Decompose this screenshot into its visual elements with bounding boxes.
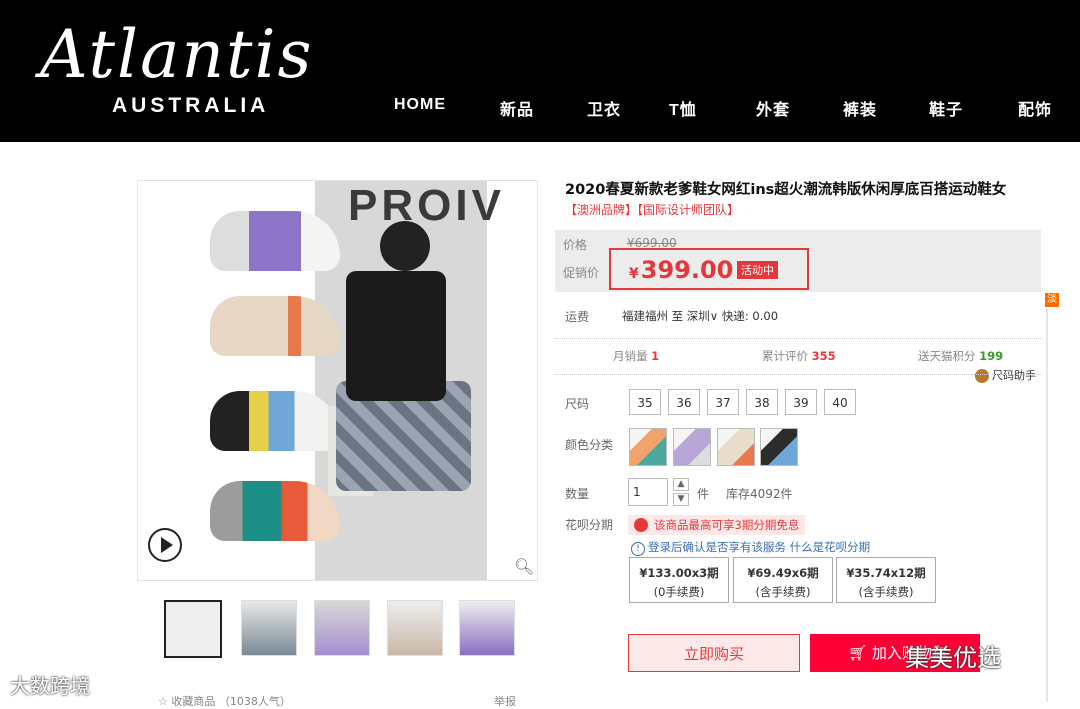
quantity-label: 数量 [565,487,590,501]
report-link[interactable]: 举报 [494,693,516,709]
shoe-image-black [210,391,340,451]
size-option-38[interactable]: 38 [746,389,778,415]
promo-price-value: 399.00 [640,256,734,284]
monthly-sales-label: 月销量 [613,349,648,363]
plan-fee: (含手续费) [755,585,811,599]
nav-hoodies[interactable]: 卫衣 [587,96,621,120]
installment-plan-6[interactable]: ¥69.49x6期 (含手续费) [733,557,833,603]
model-head [380,221,430,271]
thumbnail-5[interactable] [459,600,515,656]
color-label: 颜色分类 [565,438,614,452]
stock-count: 库存4092件 [726,487,793,501]
promo-price: ¥399.00 [629,256,733,284]
quantity-unit: 件 [697,487,710,501]
what-is-huabei-link[interactable]: 什么是花呗分期 [790,540,871,554]
nav-pants[interactable]: 裤装 [843,96,877,120]
scrollbar[interactable] [1046,308,1048,702]
installment-label: 花呗分期 [565,518,614,532]
cart-icon: 🛒︎ [848,644,868,662]
size-helper-label: 尺码助手 [992,369,1036,382]
model-body [346,271,446,401]
color-option-3[interactable] [717,428,755,466]
image-backdrop-text: PROIV [348,181,505,230]
price-label: 价格 [563,238,588,252]
shipping-info[interactable]: 福建福州 至 深圳∨ 快递: 0.00 [622,308,778,324]
color-option-2[interactable] [673,428,711,466]
size-option-39[interactable]: 39 [785,389,817,415]
promo-price-label: 促销价 [563,266,600,280]
size-helper-link[interactable]: 尺码助手 [975,367,1036,383]
product-main-image[interactable]: PROIV 🔍︎ [137,180,538,581]
promo-price-highlight: ¥399.00 活动中 [609,248,809,290]
plan-price: ¥133.00x3期 [639,566,719,580]
quantity-increase-icon[interactable]: ▲ [673,478,689,491]
plan-fee: (0手续费) [653,585,705,599]
thumbnail-4[interactable] [387,600,443,656]
login-note-text: 登录后确认是否享有该服务 [648,540,786,554]
nav-outerwear[interactable]: 外套 [756,96,790,120]
quantity-input[interactable]: 1 [628,478,668,506]
info-icon: ! [631,542,645,556]
buy-now-button[interactable]: 立即购买 [628,634,800,672]
color-option-4[interactable] [760,428,798,466]
promo-status-badge: 活动中 [737,261,778,279]
tmall-points-value: 199 [979,349,1004,363]
zoom-icon[interactable]: 🔍︎ [514,557,534,576]
main-nav: HOME 新品 卫衣 T恤 外套 裤装 鞋子 配饰 [0,96,1080,120]
product-tagline: 【澳洲品牌】【国际设计师团队】 [565,203,740,217]
side-float-tag[interactable]: 淡 [1045,293,1059,307]
nav-accessories[interactable]: 配饰 [1018,96,1052,120]
monthly-sales: 月销量 1 [613,348,659,364]
favorite-product-link[interactable]: ☆ 收藏商品 （1038人气） [158,693,291,709]
watermark-left: 大数跨境 [10,674,90,698]
shoe-image-beige [210,296,340,356]
installment-plan-3[interactable]: ¥133.00x3期 (0手续费) [629,557,729,603]
nav-shoes[interactable]: 鞋子 [929,96,963,120]
total-reviews[interactable]: 累计评价 355 [762,348,836,364]
size-option-36[interactable]: 36 [668,389,700,415]
shipping-label: 运费 [565,310,590,324]
shoe-image-teal [210,481,340,541]
nav-tshirts[interactable]: T恤 [669,96,697,120]
installment-login-note: ! 登录后确认是否享有该服务 什么是花呗分期 [631,539,870,556]
total-reviews-value: 355 [811,349,836,363]
plan-price: ¥35.74x12期 [846,566,926,580]
size-option-40[interactable]: 40 [824,389,856,415]
brand-logo-script[interactable]: Atlantis [40,22,314,88]
divider [555,338,1041,339]
installment-promo-note: 该商品最高可享3期分期免息 [628,515,806,535]
total-reviews-label: 累计评价 [762,349,808,363]
site-header: Atlantis AUSTRALIA HOME 新品 卫衣 T恤 外套 裤装 鞋… [0,0,1080,142]
quantity-decrease-icon[interactable]: ▼ [673,493,689,506]
divider [555,374,1041,375]
size-option-37[interactable]: 37 [707,389,739,415]
nav-home[interactable]: HOME [394,96,446,114]
ruler-icon [975,369,989,383]
color-option-1[interactable] [629,428,667,466]
monthly-sales-value: 1 [651,349,660,363]
plan-fee: (含手续费) [858,585,914,599]
price-panel: 价格 ¥699.00 促销价 ¥399.00 活动中 [555,230,1041,292]
thumbnail-2[interactable] [241,600,297,656]
watermark-right: 集美优选 [905,644,1001,672]
video-play-icon[interactable] [148,528,182,562]
installment-promo-text: 该商品最高可享3期分期免息 [654,518,800,532]
thumbnail-3[interactable] [314,600,370,656]
plan-price: ¥69.49x6期 [747,566,819,580]
huabei-icon [634,518,648,532]
thumbnail-1[interactable] [164,600,222,658]
currency-symbol: ¥ [629,266,639,282]
size-label: 尺码 [565,397,590,411]
nav-new[interactable]: 新品 [500,96,534,120]
shoe-image-purple [210,211,340,271]
installment-plan-12[interactable]: ¥35.74x12期 (含手续费) [836,557,936,603]
size-option-35[interactable]: 35 [629,389,661,415]
tmall-points: 送天猫积分 199 [918,348,1003,364]
tmall-points-label: 送天猫积分 [918,349,976,363]
product-title: 2020春夏新款老爹鞋女网红ins超火潮流韩版休闲厚底百搭运动鞋女 [565,182,1007,198]
